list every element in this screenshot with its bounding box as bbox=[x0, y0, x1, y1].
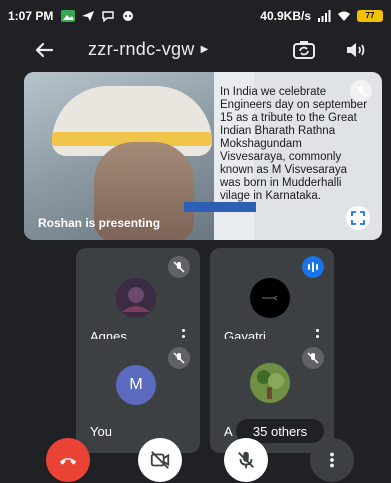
avatar bbox=[116, 278, 156, 318]
avatar bbox=[250, 278, 290, 318]
caret-right-icon: ▶ bbox=[200, 44, 209, 55]
gallery-icon bbox=[61, 10, 76, 22]
signal-icon bbox=[318, 10, 331, 22]
avatar: M bbox=[116, 365, 156, 405]
battery-icon: 77 bbox=[357, 10, 383, 22]
camera-off-icon bbox=[150, 451, 170, 469]
mic-off-icon bbox=[350, 80, 372, 102]
slide-blue-bar bbox=[184, 202, 256, 212]
participant-tile-you[interactable]: M You bbox=[76, 339, 200, 453]
presentation-tile[interactable]: In India we celebrate Engineers day on s… bbox=[24, 72, 382, 240]
participant-tile-others[interactable]: A 35 others bbox=[210, 339, 334, 453]
network-speed: 40.9KB/s bbox=[260, 9, 311, 23]
mic-toggle-button[interactable] bbox=[224, 438, 268, 482]
mic-off-icon bbox=[238, 451, 254, 469]
chat-icon bbox=[123, 11, 134, 21]
camera-toggle-button[interactable] bbox=[138, 438, 182, 482]
presenter-label: Roshan is presenting bbox=[38, 216, 161, 230]
speaker-icon[interactable] bbox=[344, 38, 368, 62]
participant-name: A bbox=[224, 424, 233, 439]
message-icon bbox=[102, 11, 115, 22]
notification-icons bbox=[61, 10, 135, 22]
slide-photo bbox=[24, 72, 214, 240]
send-icon bbox=[82, 11, 95, 21]
slide-text: In India we celebrate Engineers day on s… bbox=[220, 86, 368, 202]
speaking-indicator-icon bbox=[302, 256, 324, 278]
switch-camera-icon[interactable] bbox=[292, 38, 316, 62]
back-arrow-icon[interactable] bbox=[32, 38, 56, 62]
mic-off-icon bbox=[168, 256, 190, 278]
mic-off-icon bbox=[302, 347, 324, 369]
more-options-button[interactable] bbox=[310, 438, 354, 482]
meeting-header: zzr-rndc-vgw ▶ bbox=[0, 32, 391, 68]
mic-off-icon bbox=[168, 347, 190, 369]
end-call-icon bbox=[59, 458, 77, 465]
avatar bbox=[250, 363, 290, 403]
fullscreen-button[interactable] bbox=[346, 206, 370, 230]
more-vertical-icon bbox=[330, 452, 334, 468]
meeting-code: zzr-rndc-vgw bbox=[88, 39, 195, 59]
participant-name: You bbox=[90, 424, 112, 439]
status-right: 40.9KB/s 77 bbox=[260, 9, 383, 23]
fullscreen-icon bbox=[351, 211, 365, 225]
wifi-icon bbox=[338, 11, 350, 21]
end-call-button[interactable] bbox=[46, 438, 90, 482]
status-bar: 1:07 PM 40.9KB/s 77 bbox=[0, 0, 391, 32]
status-time: 1:07 PM bbox=[8, 9, 54, 23]
meeting-title-button[interactable]: zzr-rndc-vgw ▶ bbox=[88, 39, 209, 60]
